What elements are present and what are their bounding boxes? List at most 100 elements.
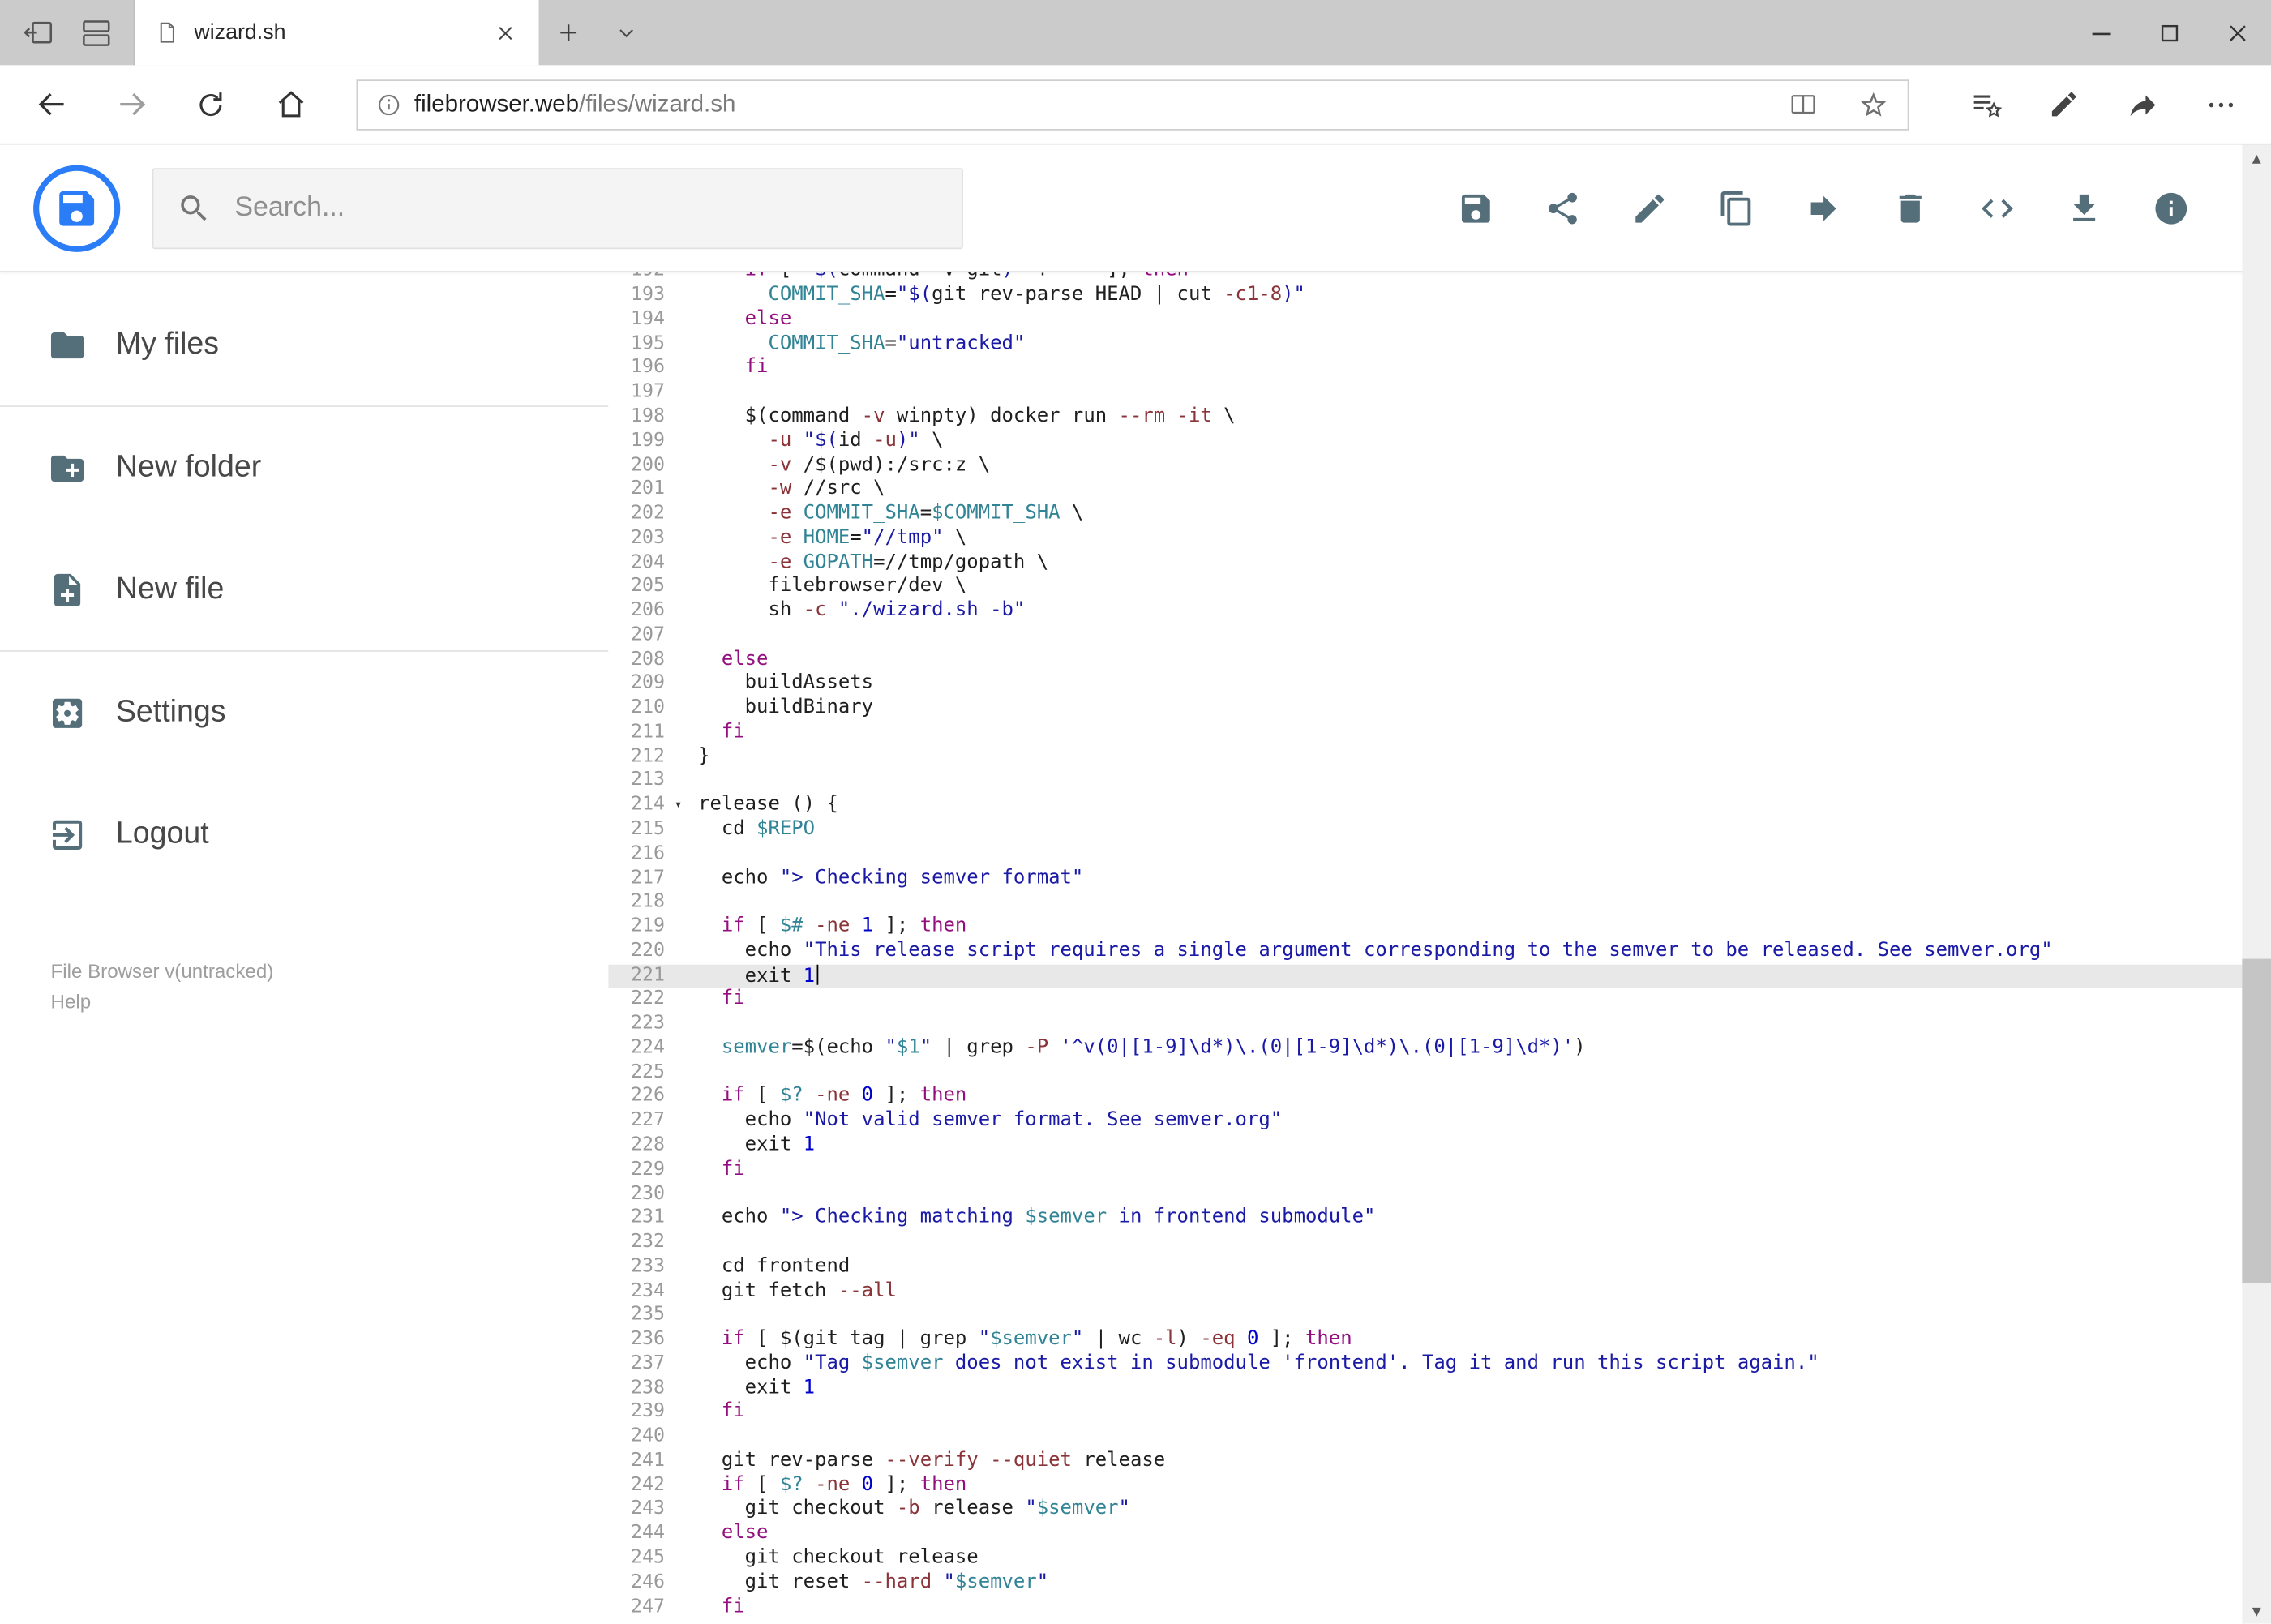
tab-preview-button[interactable] [66,0,124,65]
set-tabs-aside-icon [23,21,52,44]
save-button[interactable] [1457,189,1494,226]
code-line: 206 sh -c "./wizard.sh -b" [608,600,2242,624]
settings-icon [52,697,83,727]
sidebar-item-new-folder[interactable]: New folder [0,407,608,529]
back-button[interactable] [11,64,91,144]
code-line-text: -w //src \ [768,478,885,500]
code-line: 242 if [ $? -ne 0 ]; then [608,1474,2242,1498]
forward-button[interactable] [92,64,171,144]
code-line-text: } [698,745,710,768]
search-input[interactable] [234,191,939,224]
code-line-text: -u "$(id -u)" \ [768,430,944,452]
delete-button[interactable] [1892,189,1929,226]
code-line: 235 [608,1304,2242,1328]
line-number: 222 [631,988,665,1010]
home-icon [277,91,303,118]
web-notes-pen-icon [2051,92,2076,117]
line-number: 227 [631,1109,665,1132]
sidebar: My files New folder New file Settings Logout… [0,272,609,1624]
share-button[interactable] [2103,64,2181,144]
code-line: 218 [608,891,2242,915]
code-line: 199 -u "$(id -u)" \ [608,430,2242,454]
minimize-button[interactable] [2067,0,2135,65]
code-line: 192 if [ "$(command -v git)" != "" ]; th… [608,272,2242,285]
code-line: 193 COMMIT_SHA="$(git rev-parse HEAD | c… [608,284,2242,308]
scroll-down-arrow-icon[interactable]: ▼ [2242,1598,2271,1624]
fold-toggle-icon[interactable]: ▾ [675,794,683,818]
web-notes-button[interactable] [2025,64,2102,144]
logout-icon [52,819,83,850]
code-line-text: exit 1 [683,964,819,988]
hub-button[interactable] [1947,64,2025,144]
line-number: 195 [631,332,665,355]
code-line: 229 fi [608,1159,2242,1183]
code-line: 202 -e COMMIT_SHA=$COMMIT_SHA \ [608,503,2242,527]
help-link[interactable]: Help [51,987,609,1018]
line-number: 218 [631,891,665,913]
more-options-button[interactable] [2181,64,2259,144]
minimize-icon [2091,32,2110,35]
sidebar-item-my-files[interactable]: My files [0,284,608,405]
sidebar-items: My files New folder New file Settings Logout [0,284,609,895]
line-number: 228 [631,1133,665,1156]
sidebar-item-new-file[interactable]: New file [0,529,608,650]
close-window-button[interactable] [2203,0,2271,65]
code-line: 245 git checkout release [608,1547,2242,1571]
code-line: 197 [608,381,2242,405]
code-line-text: -v /$(pwd):/src:z \ [768,454,991,476]
tab-close-button[interactable] [486,0,524,65]
page-scrollbar[interactable]: ▲ ▼ [2242,144,2271,1624]
set-tabs-aside-button[interactable] [9,0,66,65]
url-text: filebrowser.web/files/wizard.sh [414,91,1763,118]
scroll-up-arrow-icon[interactable]: ▲ [2242,145,2271,171]
code-line-text: else [721,1522,769,1545]
browser-tab[interactable]: wizard.sh [133,0,539,66]
copy-icon [1720,191,1751,225]
code-line: 200 -v /$(pwd):/src:z \ [608,454,2242,478]
code-line-text: else [744,308,792,331]
sidebar-item-logout[interactable]: Logout [0,773,608,895]
tab-list-chevron-button[interactable] [597,0,654,65]
line-number: 199 [631,430,665,452]
info-button[interactable] [2153,189,2190,226]
scrollbar-thumb[interactable] [2242,958,2271,1284]
copy-button[interactable] [1718,189,1755,226]
filebrowser-logo[interactable] [33,164,121,251]
tab-bar: wizard.sh [0,0,2271,66]
code-line: 203 -e HOME="//tmp" \ [608,527,2242,551]
code-editor[interactable]: 192 if [ "$(command -v git)" != "" ]; th… [608,272,2243,1624]
code-line-text: buildAssets [698,672,874,695]
reading-view-button[interactable] [1774,80,1832,128]
download-button[interactable] [2065,189,2102,226]
home-button[interactable] [251,64,330,144]
address-field[interactable]: filebrowser.web/files/wizard.sh [356,79,1909,130]
sidebar-item-label: New folder [115,450,262,484]
code-line: 219 if [ $# -ne 1 ]; then [608,915,2242,940]
new-file-icon [54,572,81,606]
site-info-icon[interactable] [375,91,403,118]
code-line: 222 fi [608,988,2242,1013]
hub-icon [1973,94,2002,117]
code-line-text: exit 1 [698,1133,816,1156]
favorite-star-button[interactable] [1844,80,1901,128]
share-button[interactable] [1544,189,1581,226]
edit-button[interactable] [1630,189,1668,226]
sidebar-item-settings[interactable]: Settings [0,652,608,773]
floppy-logo-icon [59,190,95,225]
line-number: 201 [631,478,665,500]
maximize-button[interactable] [2135,0,2203,65]
move-button[interactable] [1805,189,1842,226]
refresh-button[interactable] [171,64,251,144]
code-button[interactable] [1978,189,2016,226]
code-line: 198 $(command -v winpty) docker run --rm… [608,405,2242,430]
search-bar[interactable] [152,167,963,249]
line-number: 223 [631,1012,665,1035]
code-line: 241 git rev-parse --verify --quiet relea… [608,1450,2242,1474]
code-line: 230 [608,1183,2242,1207]
new-tab-button[interactable] [539,0,597,65]
line-number: 235 [631,1304,665,1326]
line-number: 215 [631,818,665,841]
